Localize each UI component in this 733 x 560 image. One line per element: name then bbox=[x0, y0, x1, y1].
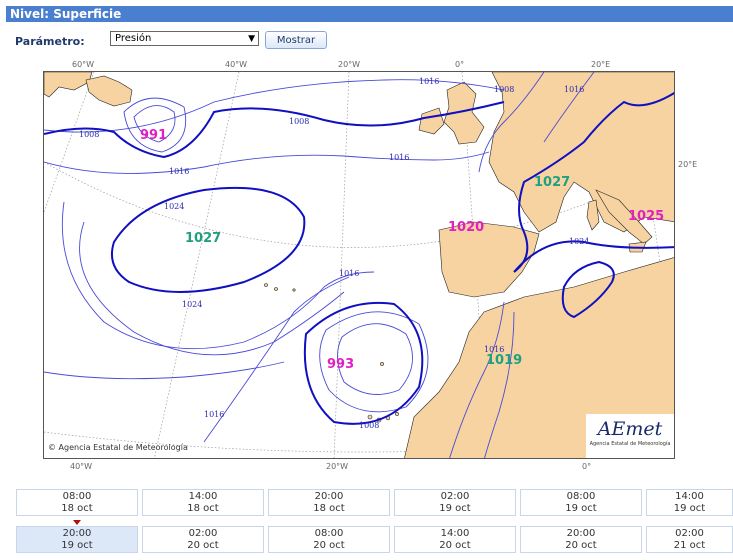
isobar-label: 1016 bbox=[204, 410, 224, 419]
time-slot-time: 14:00 bbox=[440, 528, 470, 539]
time-slot-time: 20:00 bbox=[314, 491, 344, 502]
isobar-line bbox=[61, 201, 375, 350]
parameter-label: Parámetro: bbox=[15, 35, 85, 48]
time-slot[interactable]: 02:00 19 oct bbox=[394, 489, 516, 516]
time-slot-time: 20:00 bbox=[62, 528, 92, 539]
isobar-label: 1008 bbox=[359, 421, 379, 430]
land-canary bbox=[367, 414, 373, 420]
land-azores bbox=[274, 287, 278, 291]
pressure-map: 1008 1008 1016 1016 1024 1024 1016 1016 … bbox=[43, 71, 675, 459]
isobar-label: 1016 bbox=[169, 167, 189, 176]
time-slot-date: 19 oct bbox=[61, 540, 93, 551]
lat-label-right: 20°E bbox=[678, 160, 698, 169]
time-slot-time: 02:00 bbox=[188, 528, 218, 539]
time-slot[interactable]: 02:00 20 oct bbox=[142, 526, 264, 553]
time-slot-time: 02:00 bbox=[440, 491, 470, 502]
landmass bbox=[44, 72, 674, 458]
lon-label-bottom: 20°W bbox=[326, 462, 349, 471]
land-madeira bbox=[380, 362, 384, 366]
level-header: Nivel: Superficie bbox=[6, 6, 733, 22]
lon-label-bottom: 40°W bbox=[70, 462, 93, 471]
time-slot-date: 19 oct bbox=[565, 503, 597, 514]
lon-label-bottom: 0° bbox=[582, 462, 592, 471]
time-slot[interactable]: 20:00 18 oct bbox=[268, 489, 390, 516]
land-europe bbox=[488, 72, 674, 233]
time-slot[interactable]: 20:00 20 oct bbox=[520, 526, 642, 553]
aemet-logo-mark: AEmet bbox=[597, 418, 663, 440]
high-center-label: 1019 bbox=[486, 353, 522, 368]
time-slot-date: 20 oct bbox=[565, 540, 597, 551]
low-center-label: 993 bbox=[327, 357, 354, 372]
show-button[interactable]: Mostrar bbox=[265, 31, 327, 49]
land-greenland bbox=[44, 72, 93, 98]
time-slot-date: 19 oct bbox=[673, 503, 706, 514]
high-center-label: 1027 bbox=[185, 231, 221, 246]
map-copyright: © Agencia Estatal de Meteorología bbox=[48, 443, 188, 452]
land-ireland bbox=[418, 107, 445, 135]
isobar-label: 1024 bbox=[182, 300, 202, 309]
time-slot[interactable]: 14:00 18 oct bbox=[142, 489, 264, 516]
low-center-label: 991 bbox=[140, 128, 167, 143]
dropdown-arrow-icon[interactable]: ▼ bbox=[248, 32, 255, 46]
time-slot-date: 20 oct bbox=[187, 540, 219, 551]
isobar-label: 1024 bbox=[164, 202, 184, 211]
time-slot[interactable]: 14:00 19 oct bbox=[646, 489, 733, 516]
lon-label-top: 0° bbox=[455, 60, 465, 69]
isobar-line bbox=[123, 97, 187, 153]
land-azores bbox=[264, 283, 268, 287]
isobar-label: 1016 bbox=[564, 85, 584, 94]
parameter-selected-value: Presión bbox=[115, 33, 152, 44]
time-slot[interactable]: 14:00 20 oct bbox=[394, 526, 516, 553]
time-slot-date: 18 oct bbox=[61, 503, 93, 514]
time-slot-time: 14:00 bbox=[675, 491, 704, 502]
time-slot-time: 08:00 bbox=[62, 491, 92, 502]
high-center-label: 1027 bbox=[534, 175, 570, 190]
isobar-bold-line bbox=[303, 301, 424, 425]
aemet-logo: AEmet Agencia Estatal de Meteorología bbox=[586, 414, 674, 458]
lon-label-top: 40°W bbox=[225, 60, 248, 69]
time-slot-time: 20:00 bbox=[566, 528, 596, 539]
time-slot[interactable]: 08:00 19 oct bbox=[520, 489, 642, 516]
time-slot-time: 08:00 bbox=[566, 491, 596, 502]
lon-label-top: 60°W bbox=[72, 60, 95, 69]
time-slot[interactable]: 08:00 20 oct bbox=[268, 526, 390, 553]
time-slot[interactable]: 02:00 21 oct bbox=[646, 526, 733, 553]
isobar-label: 1008 bbox=[494, 85, 514, 94]
copyright-icon: © bbox=[48, 443, 56, 452]
time-slot-time: 14:00 bbox=[188, 491, 218, 502]
isobar-label: 1016 bbox=[389, 153, 409, 162]
land-azores bbox=[292, 288, 296, 292]
time-slot[interactable]: 08:00 18 oct bbox=[16, 489, 138, 516]
time-slot-selected[interactable]: 20:00 19 oct bbox=[16, 526, 138, 553]
isobar-label: 1016 bbox=[419, 77, 439, 86]
isobar-label: 1008 bbox=[79, 130, 99, 139]
selected-time-marker-icon bbox=[73, 520, 81, 525]
aemet-logo-subtitle: Agencia Estatal de Meteorología bbox=[589, 441, 671, 447]
isobar-label: 1024 bbox=[569, 237, 589, 246]
low-center-label: 1025 bbox=[628, 209, 664, 224]
time-slot-date: 21 oct bbox=[673, 540, 706, 551]
isobar-line bbox=[44, 361, 285, 380]
copyright-text: Agencia Estatal de Meteorología bbox=[58, 443, 188, 452]
lon-label-top: 20°E bbox=[591, 60, 611, 69]
pressure-map-svg: 1008 1008 1016 1016 1024 1024 1016 1016 … bbox=[44, 72, 674, 458]
isobar-label: 1016 bbox=[339, 269, 359, 278]
time-slot-date: 20 oct bbox=[313, 540, 345, 551]
lon-label-top: 20°W bbox=[338, 60, 361, 69]
isobar-line bbox=[44, 151, 490, 174]
time-slot-date: 18 oct bbox=[313, 503, 345, 514]
time-slot-time: 02:00 bbox=[675, 528, 704, 539]
low-center-label: 1020 bbox=[448, 220, 484, 235]
isobar-label: 1008 bbox=[289, 117, 309, 126]
time-slot-date: 19 oct bbox=[439, 503, 471, 514]
time-slot-time: 08:00 bbox=[314, 528, 344, 539]
land-iceland bbox=[85, 75, 133, 107]
parameter-select[interactable]: Presión ▼ bbox=[110, 31, 259, 46]
time-slot-date: 18 oct bbox=[187, 503, 219, 514]
land-canary bbox=[395, 412, 399, 416]
time-slot-date: 20 oct bbox=[439, 540, 471, 551]
